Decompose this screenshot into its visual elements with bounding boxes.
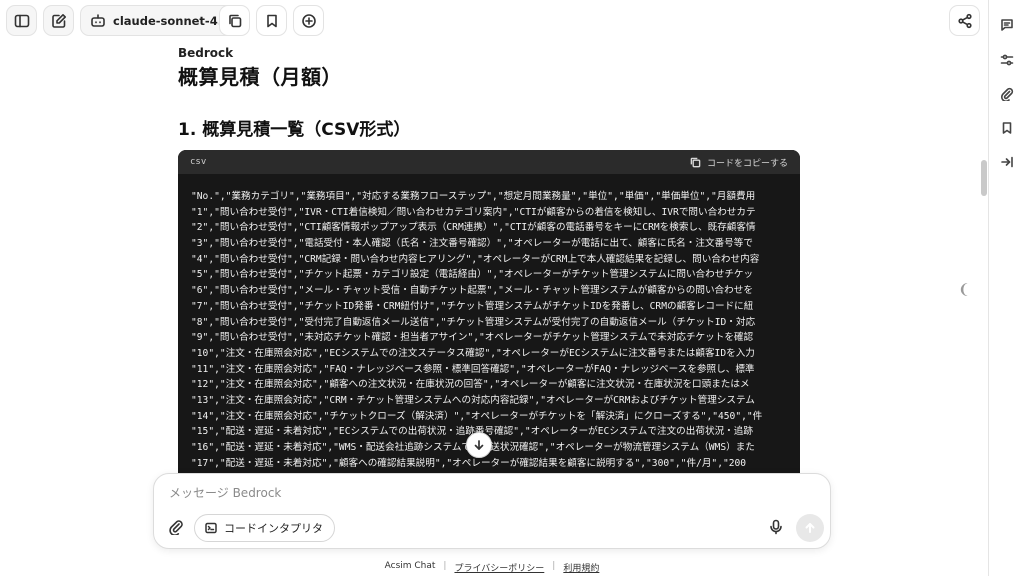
code-language-label: csv: [190, 157, 207, 167]
collapse-sidebar-button[interactable]: [1000, 154, 1014, 168]
message-title: 概算見積（月額）: [178, 65, 342, 89]
sidebar-toggle-button[interactable]: [6, 5, 37, 36]
settings-sliders-icon: [1000, 54, 1014, 66]
parameters-button[interactable]: [1000, 52, 1014, 66]
copy-code-button[interactable]: コードをコピーする: [690, 156, 788, 169]
model-icon: [91, 13, 105, 27]
code-body: "No.","業務カテゴリ","業務項目","対応する業務フローステップ","想…: [178, 174, 800, 471]
arrow-up-icon: [805, 523, 815, 533]
code-interpreter-button[interactable]: コードインタプリタ: [194, 514, 335, 542]
code-line: "9","問い合わせ受付","未対応チケット確認・担当者アサイン","オペレータ…: [191, 332, 754, 344]
model-label: claude-sonnet-4.6: [113, 13, 231, 28]
voice-input-button[interactable]: [768, 519, 784, 535]
sidebar-toggle-icon: [14, 14, 29, 27]
new-chat-icon: [51, 13, 66, 28]
plus-circle-icon: [301, 13, 316, 28]
chat-icon: [1001, 19, 1013, 31]
code-line: "3","問い合わせ受付","電話受付・本人確認（氏名・注文番号確認）","オペ…: [191, 238, 753, 250]
scroll-to-bottom-button[interactable]: [466, 432, 492, 458]
bookmark-icon: [266, 14, 277, 27]
code-line: "13","注文・在庫照会対応","CRM・チケット管理システムへの対応内容記録…: [191, 394, 755, 406]
privacy-policy-link[interactable]: プライバシーポリシー: [454, 561, 544, 574]
code-line: "14","注文・在庫照会対応","チケットクローズ（解決済）","オペレーター…: [191, 410, 763, 422]
copy-code-label: コードをコピーする: [706, 158, 788, 169]
microphone-icon: [770, 519, 782, 535]
arrow-down-icon: [474, 440, 484, 450]
page-scrollbar-thumb[interactable]: [981, 160, 987, 196]
message-subtitle: Bedrock: [178, 46, 234, 60]
code-line: "4","問い合わせ受付","CRM記録・問い合わせ内容ヒアリング","オペレー…: [191, 253, 760, 265]
code-line: "5","問い合わせ受付","チケット起票・カテゴリ設定（電話経由）","オペレ…: [191, 269, 754, 281]
code-line: "12","注文・在庫照会対応","顧客への注文状況・在庫状況の回答","オペレ…: [191, 379, 750, 391]
code-line: "7","問い合わせ受付","チケットID発番・CRM紐付け","チケット管理シ…: [191, 300, 754, 312]
copy-icon: [228, 14, 241, 27]
resize-handle-icon[interactable]: ❨: [958, 282, 970, 298]
new-chat-button[interactable]: [43, 5, 74, 36]
footer-brand: Acsim Chat: [384, 561, 436, 571]
footer: Acsim Chat | プライバシーポリシー | 利用規約: [0, 561, 984, 574]
code-block-header: csv コードをコピーする: [178, 150, 800, 174]
message-content: Bedrock 概算見積（月額） 1. 概算見積一覧（CSV形式）: [178, 46, 800, 140]
collapse-right-icon: [1001, 156, 1013, 168]
right-sidebar: [988, 0, 1024, 576]
terms-link[interactable]: 利用規約: [563, 561, 599, 574]
paperclip-icon: [1000, 87, 1014, 103]
attach-file-button[interactable]: [168, 519, 184, 536]
section-heading: 1. 概算見積一覧（CSV形式）: [178, 120, 411, 140]
send-button[interactable]: [796, 514, 824, 542]
code-line: "16","配送・遅延・未着対応","WMS・配送会社追跡システムでの配送状況確…: [191, 440, 800, 456]
bookmarks-panel-button[interactable]: [1000, 120, 1014, 134]
code-line: "6","問い合わせ受付","メール・チャット受信・自動チケット起票","メール…: [191, 285, 753, 297]
message-composer: コードインタプリタ: [153, 473, 831, 549]
code-interpreter-label: コードインタプリタ: [224, 522, 323, 535]
duplicate-button[interactable]: [219, 5, 250, 36]
bookmark-button[interactable]: [256, 5, 287, 36]
copy-icon: [690, 157, 701, 167]
share-button[interactable]: [949, 5, 980, 36]
message-input[interactable]: [169, 486, 769, 500]
bookmark-icon: [1002, 122, 1012, 134]
attachments-button[interactable]: [1000, 86, 1014, 103]
footer-separator: |: [552, 561, 556, 571]
add-button[interactable]: [293, 5, 324, 36]
code-line: "11","注文・在庫照会対応","FAQ・ナレッジベース参照・標準回答確認",…: [191, 363, 755, 375]
code-line: "2","問い合わせ受付","CTI顧客情報ポップアップ表示（CRM連携）","…: [191, 222, 756, 234]
code-line: "17","配送・遅延・未着対応","顧客への確認結果説明","オペレーターが確…: [191, 457, 747, 469]
chat-panel-button[interactable]: [1000, 17, 1014, 31]
code-block: csv コードをコピーする "No.","業務カテゴリ","業務項目","対応す…: [178, 150, 800, 476]
share-icon: [957, 13, 972, 28]
terminal-icon: [205, 522, 217, 534]
footer-separator: |: [443, 561, 447, 571]
top-bar: claude-sonnet-4.6: [0, 0, 988, 40]
code-line: "10","注文・在庫照会対応","ECシステムでの注文ステータス確認","オペ…: [191, 347, 755, 359]
code-line: "15","配送・遅延・未着対応","ECシステムでの出荷状況・追跡番号確認",…: [191, 426, 753, 438]
code-line: "No.","業務カテゴリ","業務項目","対応する業務フローステップ","想…: [191, 191, 756, 202]
model-selector-button[interactable]: claude-sonnet-4.6: [80, 5, 242, 36]
code-line: "8","問い合わせ受付","受付完了自動返信メール送信","チケット管理システ…: [191, 316, 756, 328]
code-line: "1","問い合わせ受付","IVR・CTI着信検知／問い合わせカテゴリ案内",…: [191, 206, 756, 218]
paperclip-icon: [169, 520, 183, 536]
